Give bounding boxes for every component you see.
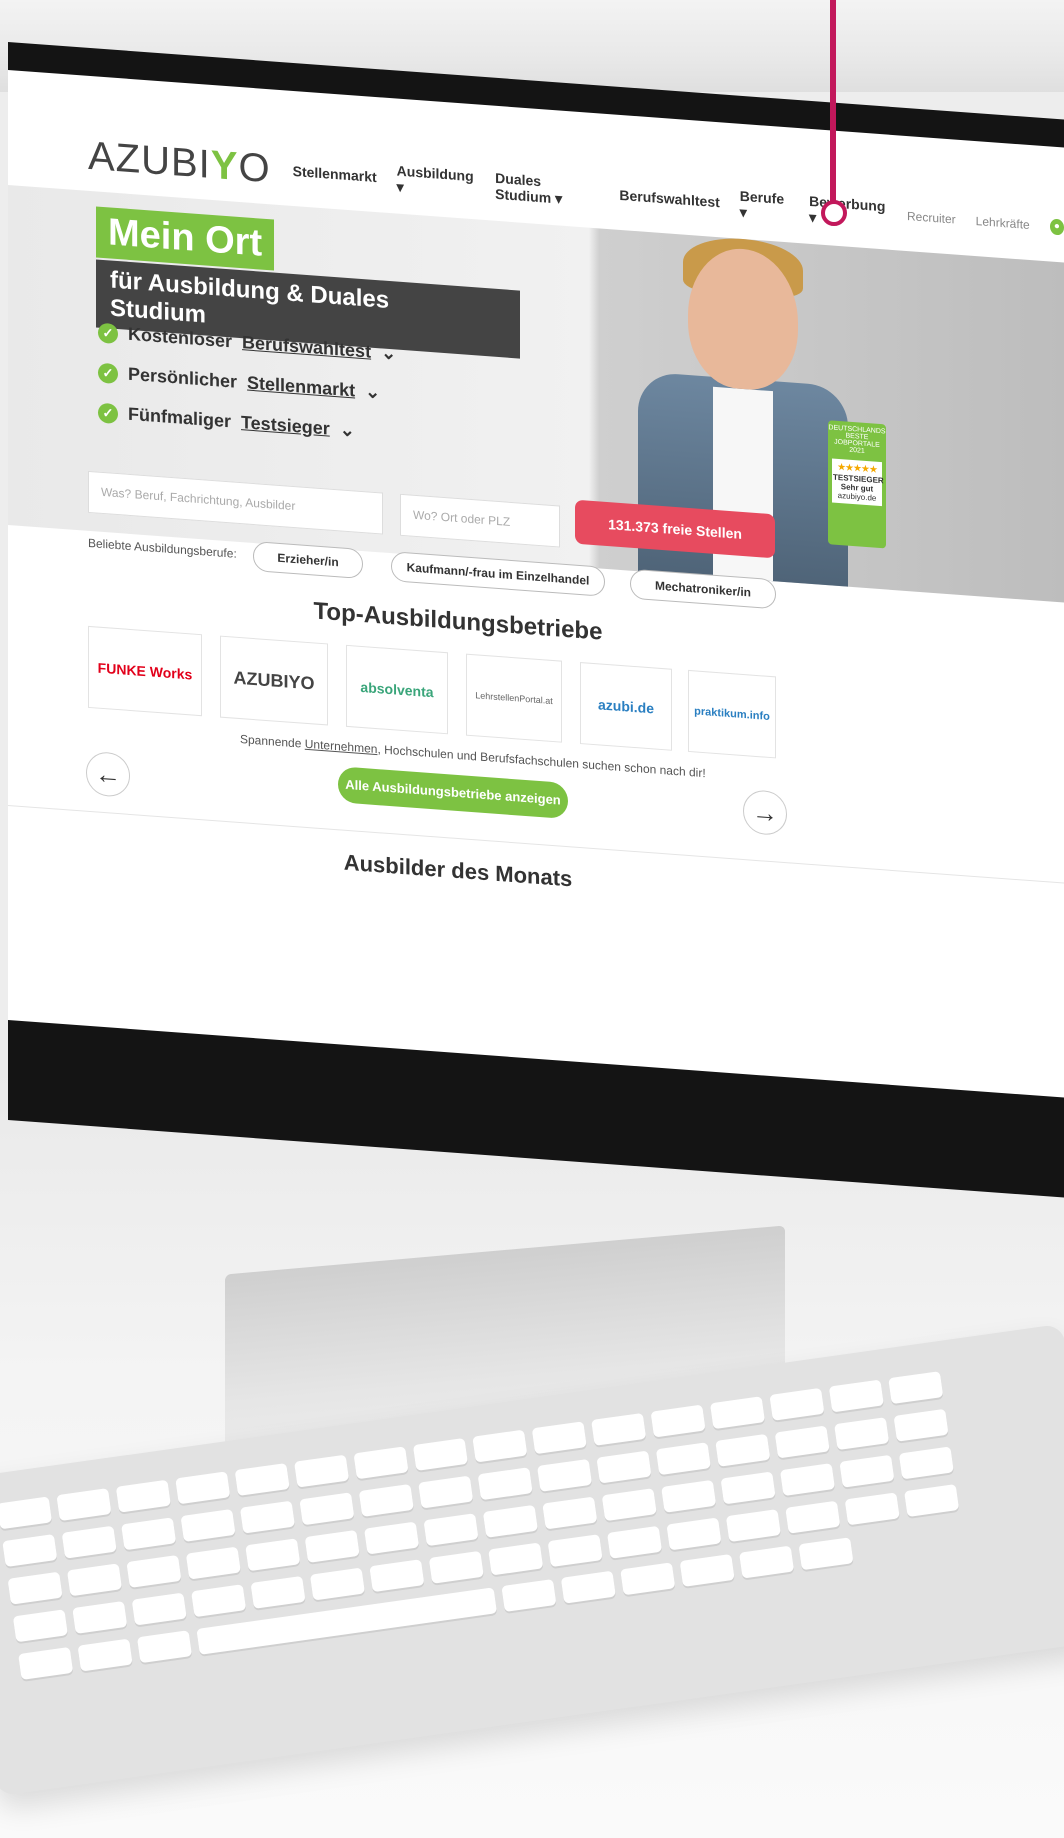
nav-label: Duales Studium [495, 169, 552, 206]
company-name: praktikum.info [694, 705, 770, 723]
usp-text: Fünfmaliger [128, 403, 232, 432]
check-icon: ✓ [98, 322, 118, 344]
usp-item: ✓ Persönlicher Stellenmarkt ⌄ [98, 362, 380, 404]
subtext-start: Spannende [240, 732, 305, 751]
chevron-down-icon[interactable]: ⌄ [340, 419, 355, 441]
nav-item-berufswahltest[interactable]: Berufswahltest [619, 187, 719, 210]
chevron-down-icon: ▾ [809, 208, 817, 225]
check-icon: ✓ [98, 362, 118, 384]
chevron-down-icon: ▾ [555, 189, 563, 207]
arrow-right-icon[interactable]: → [743, 788, 787, 837]
azubiyo-logo[interactable]: AZUBIYO [88, 133, 271, 191]
cable [830, 0, 836, 210]
nav-item-lehrkraefte[interactable]: Lehrkräfte [976, 214, 1030, 232]
nav-item-recruiter[interactable]: Recruiter [907, 209, 956, 227]
company-logo-azubi-de[interactable]: azubi.de [580, 662, 672, 751]
nav-label: Ausbildung [396, 162, 474, 184]
company-name: azubi.de [597, 696, 654, 717]
usp-link-stellenmarkt[interactable]: Stellenmarkt [247, 373, 355, 402]
chevron-down-icon[interactable]: ⌄ [365, 381, 380, 403]
badge-inner: ★★★★★ TESTSIEGER Sehr gut azubiyo.de [832, 458, 884, 507]
logo-text-suffix: O [238, 144, 271, 191]
website-screen: AZUBIYO Stellenmarkt Ausbildung ▾ Duales… [8, 70, 1064, 1098]
company-logo-funke[interactable]: FUNKE Works [88, 625, 202, 717]
chevron-down-icon: ▾ [739, 203, 747, 220]
company-name: FUNKE Works [97, 659, 193, 683]
cable-end [821, 200, 847, 226]
chevron-down-icon[interactable]: ⌄ [381, 342, 396, 364]
usp-link-testsieger[interactable]: Testsieger [241, 412, 330, 440]
usp-text: Persönlicher [128, 363, 238, 392]
logo-text-prefix: AZUBI [88, 133, 211, 187]
nav-item-ausbildung[interactable]: Ausbildung ▾ [397, 162, 476, 201]
all-companies-button[interactable]: Alle Ausbildungsbetriebe anzeigen [338, 766, 568, 820]
nav-label: Berufswahltest [619, 186, 720, 211]
company-logo-lehrstellenportal[interactable]: LehrstellenPortal.at [466, 653, 562, 743]
company-name: AZUBIYO [233, 667, 315, 694]
company-name: absolventa [360, 678, 434, 701]
user-icon[interactable]: ● [1049, 218, 1064, 236]
nav-item-berufe[interactable]: Berufe ▾ [740, 187, 789, 224]
testsieger-badge: DEUTSCHLANDS BESTE JOBPORTALE 2021 ★★★★★… [828, 420, 886, 549]
check-icon: ✓ [98, 402, 118, 424]
nav-item-duales-studium[interactable]: Duales Studium ▾ [495, 169, 599, 210]
badge-top-text: DEUTSCHLANDS BESTE JOBPORTALE 2021 [828, 424, 886, 455]
usp-item: ✓ Fünfmaliger Testsieger ⌄ [98, 402, 355, 442]
company-logo-praktikum-info[interactable]: praktikum.info [688, 669, 776, 759]
unternehmen-link[interactable]: Unternehmen [305, 737, 378, 756]
company-logo-absolventa[interactable]: absolventa [346, 644, 448, 735]
arrow-left-icon[interactable]: ← [86, 750, 130, 798]
nav-item-stellenmarkt[interactable]: Stellenmarkt [293, 163, 377, 185]
chevron-down-icon: ▾ [396, 178, 404, 195]
company-logo-azubiyo[interactable]: AZUBIYO [220, 635, 328, 726]
nav-label: Stellenmarkt [292, 162, 377, 186]
company-name: LehrstellenPortal.at [475, 690, 553, 707]
logo-text-y: Y [210, 142, 239, 189]
